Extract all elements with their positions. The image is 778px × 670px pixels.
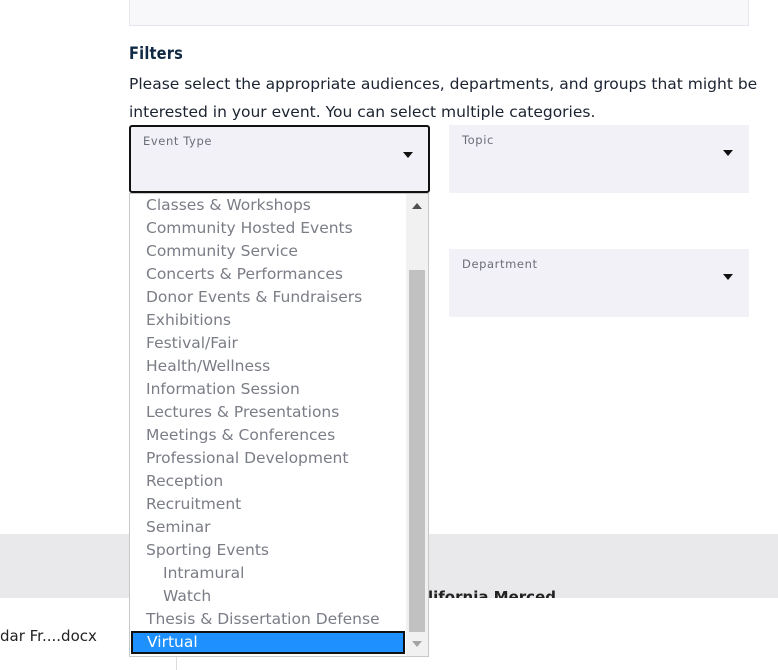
department-label: Department	[462, 257, 538, 271]
event-type-select[interactable]: Event Type	[129, 125, 430, 193]
caret-down-icon	[403, 152, 413, 158]
scroll-thumb[interactable]	[409, 270, 425, 632]
topic-label: Topic	[462, 133, 494, 147]
dropdown-option[interactable]: Seminar	[130, 516, 406, 539]
scroll-down-icon[interactable]	[412, 641, 422, 647]
event-type-dropdown-list[interactable]: Classes & Workshops Community Hosted Even…	[129, 193, 429, 657]
caret-down-icon	[723, 274, 733, 280]
caret-down-icon	[723, 150, 733, 156]
footer-band-text: lifornia Merced	[428, 588, 556, 598]
dropdown-option[interactable]: Reception	[130, 470, 406, 493]
filters-heading: Filters	[129, 44, 184, 64]
dropdown-option[interactable]: Information Session	[130, 378, 406, 401]
download-file-name[interactable]: dar Fr....docx	[0, 627, 97, 645]
dropdown-option[interactable]: Classes & Workshops	[130, 194, 406, 217]
dropdown-options: Classes & Workshops Community Hosted Even…	[130, 194, 406, 656]
dropdown-scrollbar[interactable]	[406, 194, 428, 656]
dropdown-option[interactable]: Donor Events & Fundraisers	[130, 286, 406, 309]
dropdown-option[interactable]: Lectures & Presentations	[130, 401, 406, 424]
event-type-label: Event Type	[143, 134, 213, 148]
dropdown-option[interactable]: Exhibitions	[130, 309, 406, 332]
dropdown-option[interactable]: Thesis & Dissertation Defense	[130, 608, 406, 631]
dropdown-option[interactable]: Meetings & Conferences	[130, 424, 406, 447]
topic-select[interactable]: Topic	[449, 125, 749, 193]
filters-description: Please select the appropriate audiences,…	[129, 75, 758, 121]
dropdown-option[interactable]: Concerts & Performances	[130, 263, 406, 286]
dropdown-option[interactable]: Watch	[130, 585, 406, 608]
dropdown-option[interactable]: Health/Wellness	[130, 355, 406, 378]
scroll-up-icon[interactable]	[412, 203, 422, 209]
dropdown-option[interactable]: Intramural	[130, 562, 406, 585]
previous-field-box[interactable]	[129, 0, 749, 26]
dropdown-option[interactable]: Sporting Events	[130, 539, 406, 562]
dropdown-option[interactable]: Festival/Fair	[130, 332, 406, 355]
dropdown-option[interactable]: Recruitment	[130, 493, 406, 516]
department-select[interactable]: Department	[449, 249, 749, 317]
dropdown-option[interactable]: Professional Development	[130, 447, 406, 470]
dropdown-option[interactable]: Community Hosted Events	[130, 217, 406, 240]
dropdown-option[interactable]: Community Service	[130, 240, 406, 263]
dropdown-option[interactable]: Virtual	[131, 631, 405, 654]
